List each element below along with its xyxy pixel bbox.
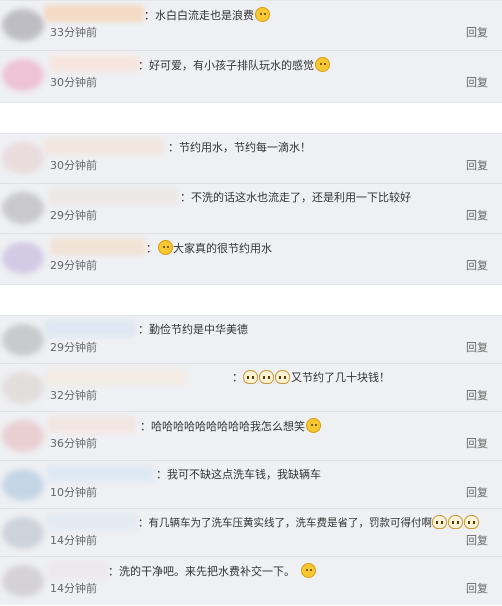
comment-text: ：不洗的话这水也流走了，还是利用一下比较好 [180,191,411,204]
comment-time: 29分钟前 [50,209,97,222]
avatar[interactable] [2,192,44,224]
comment-text: 大家真的很节约用水 [173,242,272,255]
reply-link[interactable]: 回复 [466,26,488,40]
comment-time: 30分钟前 [50,159,97,172]
avatar[interactable] [2,242,44,274]
comment-time: 29分钟前 [50,341,97,354]
sweat-face-icon [158,240,173,255]
reply-link[interactable]: 回复 [466,209,488,223]
reply-link[interactable]: 回复 [466,259,488,273]
reply-link[interactable]: 回复 [466,534,488,548]
comment-text-wrap: ： 大家真的很节约用水 [146,240,272,257]
username-blurred[interactable] [50,55,140,72]
username-blurred[interactable] [44,320,136,337]
cat-face-icon [275,370,290,384]
comment-item: ： 又节约了几十块钱！ 32分钟前 回复 [0,364,502,412]
cat-face-icon [464,515,479,529]
comment-text: ：节约用水，节约每一滴水！ [168,141,311,154]
username-blurred[interactable] [50,238,146,255]
cat-face-icon [243,370,258,384]
comment-item: ：节约用水，节约每一滴水！ 30分钟前 回复 [0,134,502,184]
comment-group: ：水白白流走也是浪费 33分钟前 回复 ：好可爱，有小孩子排队玩水的感觉 30分… [0,0,502,103]
comment-item: ：有几辆车为了洗车压黄实线了，洗车费是省了，罚款可得付啊 14分钟前 回复 [0,509,502,557]
comment-time: 36分钟前 [50,437,97,450]
comment-time: 33分钟前 [50,26,97,39]
comment-text-wrap: ：水白白流走也是浪费 [144,7,270,24]
comment-time: 29分钟前 [50,259,97,272]
laughing-face-icon [315,57,330,72]
comment-time: 14分钟前 [50,534,97,547]
comment-item: ： 大家真的很节约用水 29分钟前 回复 [0,234,502,285]
comment-text: ：好可爱，有小孩子排队玩水的感觉 [138,59,314,72]
avatar[interactable] [2,469,44,501]
username-blurred[interactable] [48,416,136,433]
comment-text-wrap: ：不洗的话这水也流走了，还是利用一下比较好 [180,190,411,206]
comment-text: ：哈哈哈哈哈哈哈哈哈我怎么想笑 [140,420,305,433]
cat-face-icon [432,515,447,529]
comment-text-wrap: ：有几辆车为了洗车压黄实线了，洗车费是省了，罚款可得付啊 [138,515,480,531]
comment-text-wrap: ：我可不缺这点洗车钱，我缺辆车 [156,467,321,483]
avatar[interactable] [2,517,44,549]
comment-item: ：洗的干净吧。来先把水费补交一下。 14分钟前 回复 [0,557,502,606]
comment-item: ：水白白流走也是浪费 33分钟前 回复 [0,1,502,51]
comment-text: 又节约了几十块钱！ [291,371,390,384]
username-blurred[interactable] [48,561,108,578]
cat-face-icon [259,370,274,384]
comment-time: 30分钟前 [50,76,97,89]
comment-text: ：水白白流走也是浪费 [144,9,254,22]
smile-face-icon [301,563,316,578]
comment-text-wrap: ： 又节约了几十块钱！ [232,370,390,386]
comment-item: ：勤俭节约是中华美德 29分钟前 回复 [0,316,502,364]
comment-group: ：节约用水，节约每一滴水！ 30分钟前 回复 ：不洗的话这水也流走了，还是利用一… [0,133,502,285]
reply-link[interactable]: 回复 [466,389,488,403]
comment-text: ：有几辆车为了洗车压黄实线了，洗车费是省了，罚款可得付啊 [138,517,432,529]
comment-item: ：好可爱，有小孩子排队玩水的感觉 30分钟前 回复 [0,51,502,103]
avatar[interactable] [2,9,44,41]
comment-text-wrap: ：洗的干净吧。来先把水费补交一下。 [108,563,316,580]
comment-text-prefix: ： [146,242,157,255]
comment-text-wrap: ：勤俭节约是中华美德 [138,322,248,338]
comment-item: ：我可不缺这点洗车钱，我缺辆车 10分钟前 回复 [0,461,502,509]
avatar[interactable] [2,565,44,597]
comment-time: 32分钟前 [50,389,97,402]
comment-text-prefix: ： [232,371,243,384]
username-blurred[interactable] [46,368,186,385]
comment-group: ：勤俭节约是中华美德 29分钟前 回复 ：又节约了几十块钱！ 32分钟前 回复 … [0,315,502,605]
comment-item: ：不洗的话这水也流走了，还是利用一下比较好 29分钟前 回复 [0,184,502,234]
reply-link[interactable]: 回复 [466,582,488,596]
reply-link[interactable]: 回复 [466,76,488,90]
avatar[interactable] [2,372,44,404]
avatar[interactable] [2,420,44,452]
comment-text-wrap: ：哈哈哈哈哈哈哈哈哈我怎么想笑 [140,418,321,435]
username-blurred[interactable] [46,513,138,530]
comment-text: ：我可不缺这点洗车钱，我缺辆车 [156,468,321,481]
cat-face-icon [448,515,463,529]
comment-time: 10分钟前 [50,486,97,499]
comment-item: ：哈哈哈哈哈哈哈哈哈我怎么想笑 36分钟前 回复 [0,412,502,461]
comment-text-wrap: ：节约用水，节约每一滴水！ [168,140,311,156]
reply-link[interactable]: 回复 [466,437,488,451]
comment-text: ：洗的干净吧。来先把水费补交一下。 [108,565,295,578]
reply-link[interactable]: 回复 [466,159,488,173]
avatar[interactable] [2,142,44,174]
username-blurred[interactable] [44,5,144,22]
comment-text-wrap: ：好可爱，有小孩子排队玩水的感觉 [138,57,330,74]
username-blurred[interactable] [46,465,154,482]
sleepy-face-icon [255,7,270,22]
comment-text: ：勤俭节约是中华美德 [138,323,248,336]
avatar[interactable] [2,59,44,91]
sweat-face-icon [306,418,321,433]
username-blurred[interactable] [44,138,164,155]
username-blurred[interactable] [48,188,178,205]
avatar[interactable] [2,324,44,356]
comment-time: 14分钟前 [50,582,97,595]
reply-link[interactable]: 回复 [466,486,488,500]
reply-link[interactable]: 回复 [466,341,488,355]
